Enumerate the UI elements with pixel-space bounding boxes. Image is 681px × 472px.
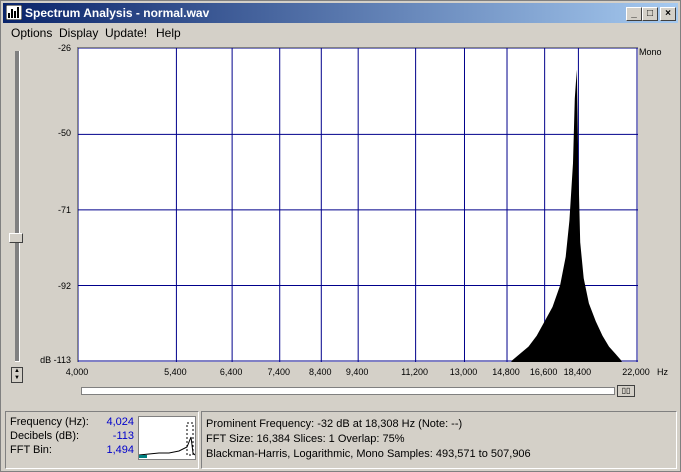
x-tick-label: 9,400 — [345, 367, 369, 377]
fft-settings-text: FFT Size: 16,384 Slices: 1 Overlap: 75% — [206, 433, 405, 445]
minimize-button[interactable]: _ — [626, 7, 642, 21]
decibels-value: -113 — [112, 430, 134, 442]
menu-update[interactable]: Update! — [105, 26, 147, 40]
menu-options[interactable]: Options — [11, 26, 52, 40]
frequency-label: Frequency (Hz): — [10, 416, 89, 428]
x-tick-label: 5,400 — [164, 367, 187, 377]
menu-display[interactable]: Display — [59, 26, 98, 40]
analysis-info-panel: Prominent Frequency: -32 dB at 18,308 Hz… — [201, 411, 677, 469]
menu-help[interactable]: Help — [156, 26, 181, 40]
decibels-label: Decibels (dB): — [10, 430, 80, 442]
spectrum-window: Spectrum Analysis - normal.wav _ □ × Opt… — [0, 0, 681, 472]
x-tick-label: 8,400 — [309, 367, 332, 377]
x-tick-label: 13,000 — [449, 367, 478, 377]
mini-spectrum-preview — [138, 416, 196, 460]
spectrum-peak-area — [511, 69, 622, 362]
x-tick-label: 6,400 — [219, 367, 243, 377]
menu-bar: Options Display Update! Help — [3, 24, 678, 43]
fft-bin-label: FFT Bin: — [10, 444, 52, 456]
x-tick-label: 7,400 — [267, 367, 290, 377]
spin-button[interactable]: ▲ ▼ — [11, 367, 23, 383]
fft-bin-value: 1,494 — [106, 444, 134, 456]
channel-label: Mono — [639, 47, 662, 57]
prominent-frequency-text: Prominent Frequency: -32 dB at 18,308 Hz… — [206, 418, 463, 430]
maximize-button[interactable]: □ — [642, 7, 658, 21]
x-axis-unit: Hz — [657, 367, 668, 377]
horizontal-scroll-thumb[interactable]: ▯▯ — [617, 385, 635, 397]
y-tick-label: -71 — [57, 205, 71, 215]
x-tick-label: 4,000 — [65, 367, 89, 377]
y-tick-label: -50 — [57, 128, 71, 138]
cursor-readout-panel: Frequency (Hz): 4,024 Decibels (dB): -11… — [5, 411, 199, 469]
y-tick-label: dB -113 — [40, 355, 71, 365]
spectrum-app-icon — [6, 5, 22, 20]
vertical-slider-thumb[interactable] — [9, 233, 23, 243]
x-tick-label: 16,600 — [529, 367, 558, 377]
spectrum-plot — [78, 48, 638, 362]
y-tick-label: -92 — [57, 281, 71, 291]
window-samples-text: Blackman-Harris, Logarithmic, Mono Sampl… — [206, 448, 531, 460]
frequency-value: 4,024 — [106, 416, 134, 428]
x-tick-label: 11,200 — [401, 367, 429, 377]
window-title: Spectrum Analysis - normal.wav — [25, 6, 210, 20]
title-bar[interactable]: Spectrum Analysis - normal.wav _ □ × — [3, 3, 678, 23]
x-tick-label: 22,000 — [622, 367, 650, 377]
y-tick-label: -26 — [57, 43, 71, 53]
horizontal-scrollbar[interactable] — [81, 387, 615, 395]
close-button[interactable]: × — [660, 7, 676, 21]
spectrum-chart[interactable] — [77, 47, 638, 362]
x-tick-label: 14,800 — [492, 367, 520, 377]
x-tick-label: 18,400 — [563, 367, 592, 377]
